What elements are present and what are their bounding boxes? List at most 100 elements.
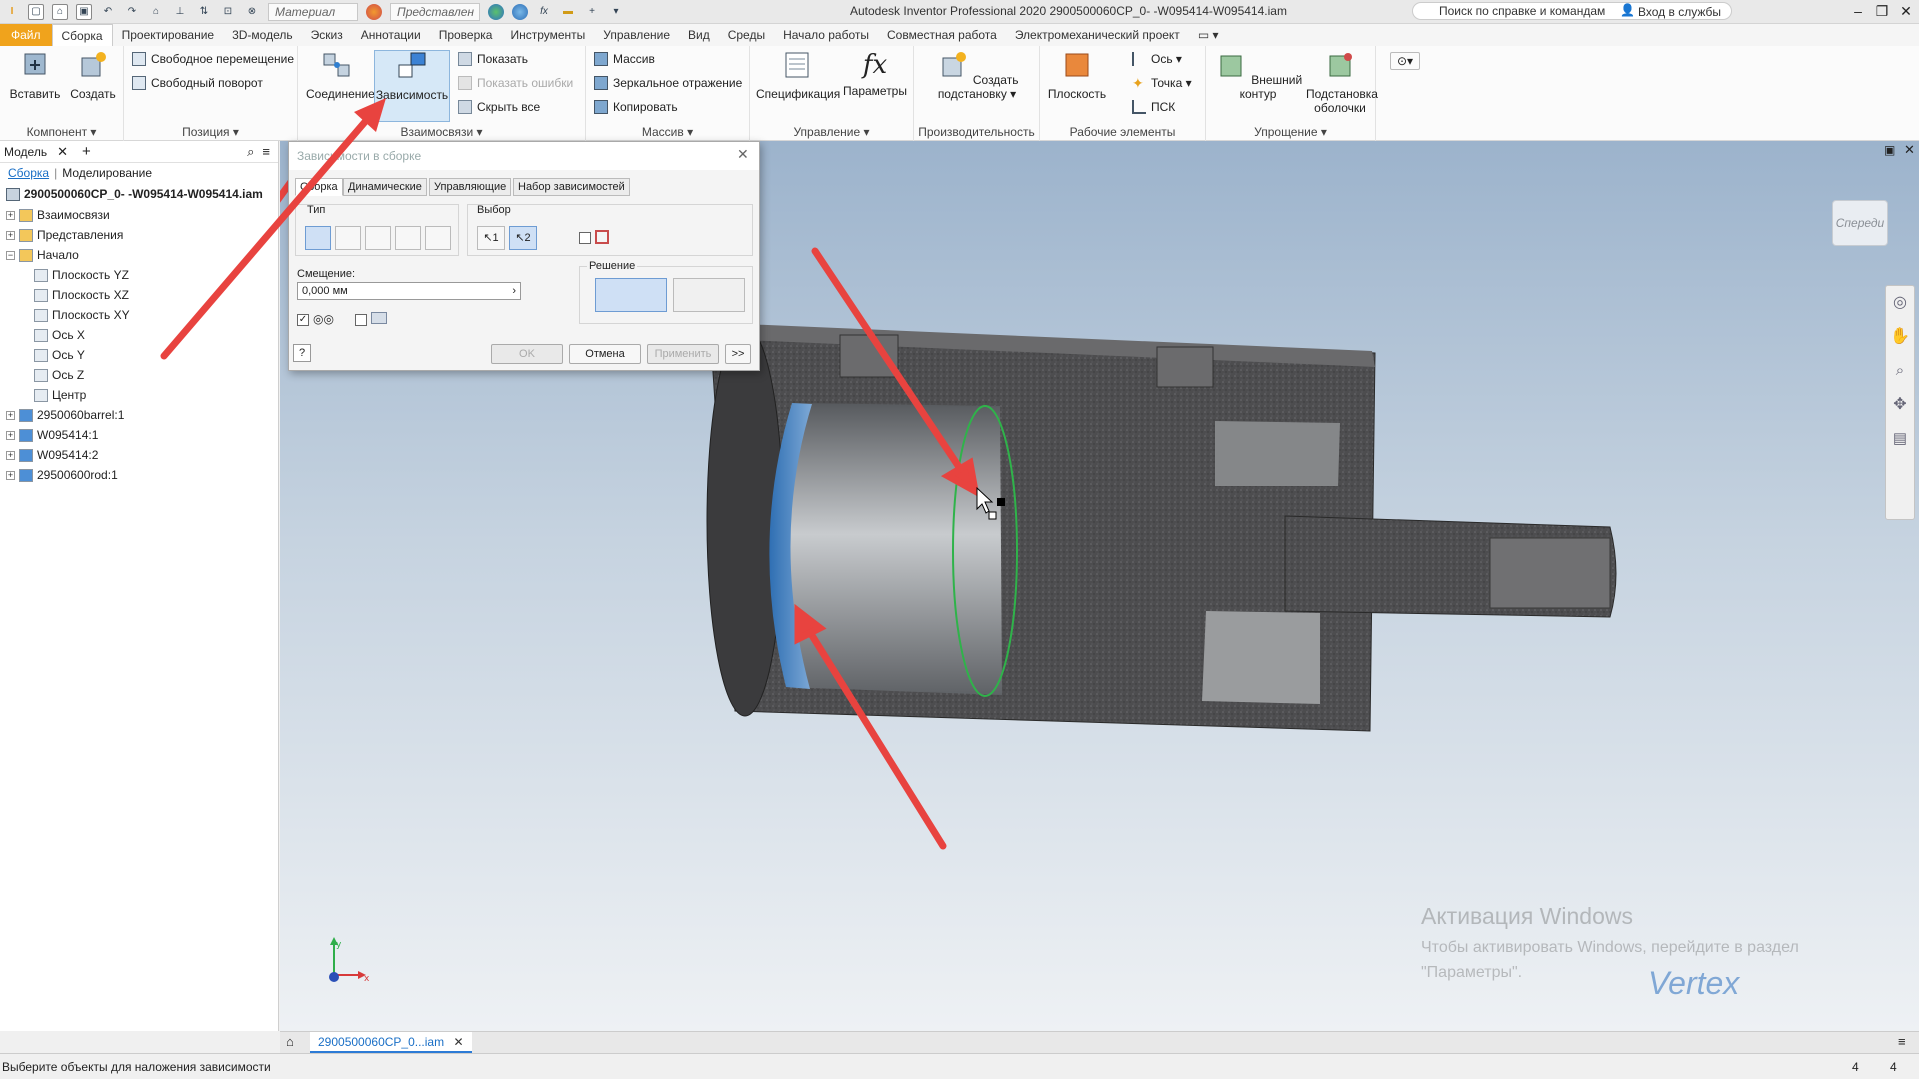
constrain-button[interactable]: Зависимость	[374, 50, 450, 122]
document-tab-close-icon[interactable]: ✕	[453, 1035, 463, 1049]
show-errors-button[interactable]: Показать ошибки	[458, 76, 573, 90]
select-icon[interactable]: ⊡	[220, 4, 236, 20]
clear-appearance-icon[interactable]: ⊗	[244, 4, 260, 20]
tree-item[interactable]: Плоскость XY	[0, 305, 278, 325]
ok-button[interactable]: OK	[491, 344, 563, 364]
group-simplification-label[interactable]: Упрощение ▾	[1206, 125, 1375, 139]
group-position-label[interactable]: Позиция ▾	[124, 125, 297, 139]
tangent-type-button[interactable]	[365, 226, 391, 250]
dialog-help-button[interactable]: ?	[293, 344, 311, 362]
home-tab-icon[interactable]: ⌂	[286, 1034, 294, 1049]
steering-wheel-icon[interactable]: ◎	[1886, 286, 1914, 320]
insert-button[interactable]: Вставить	[8, 50, 62, 101]
parameters-button[interactable]: fx Параметры	[842, 50, 908, 98]
tab-manage[interactable]: Управление	[594, 24, 679, 46]
tab-view[interactable]: Вид	[679, 24, 719, 46]
show-preview-checkbox[interactable]: ✓	[297, 314, 309, 326]
viewport-close-icon[interactable]: ✕	[1904, 142, 1915, 158]
tree-item[interactable]: Ось Y	[0, 345, 278, 365]
expand-icon[interactable]: +	[6, 210, 15, 220]
tree-item[interactable]: +2950060barrel:1	[0, 405, 278, 425]
new-file-icon[interactable]: ▢	[28, 3, 44, 20]
group-pattern-label[interactable]: Массив ▾	[586, 125, 749, 139]
tab-collaborate[interactable]: Совместная работа	[878, 24, 1006, 46]
group-manage-label[interactable]: Управление ▾	[750, 125, 913, 139]
symmetry-type-button[interactable]	[425, 226, 451, 250]
save-icon[interactable]: ▣	[76, 3, 92, 20]
bom-button[interactable]: Спецификация	[756, 50, 840, 101]
expand-icon[interactable]: +	[6, 430, 15, 440]
tree-item[interactable]: Ось X	[0, 325, 278, 345]
color-override-icon[interactable]	[488, 3, 504, 20]
tree-item[interactable]: + Представления	[0, 225, 278, 245]
dialog-close-icon[interactable]: ✕	[737, 146, 749, 163]
app-logo-icon[interactable]: I	[4, 4, 20, 20]
tab-assemble[interactable]: Сборка	[51, 24, 113, 46]
dialog-tab-motion[interactable]: Динамические	[343, 178, 427, 196]
mirror-button[interactable]: Зеркальное отражение	[594, 76, 742, 90]
adjust-icon[interactable]	[512, 3, 528, 20]
select-first-button[interactable]: ↖1	[477, 226, 505, 250]
tab-sketch[interactable]: Эскиз	[302, 24, 352, 46]
tab-electromechanical[interactable]: Электромеханический проект	[1006, 24, 1189, 46]
cancel-button[interactable]: Отмена	[569, 344, 641, 364]
predict-offset-checkbox[interactable]	[355, 314, 367, 326]
tabs-menu-icon[interactable]: ≡	[1898, 1034, 1906, 1049]
tree-item[interactable]: Ось Z	[0, 365, 278, 385]
free-rotate-button[interactable]: Свободный поворот	[132, 76, 263, 90]
subtab-modeling[interactable]: Моделирование	[62, 166, 152, 180]
tab-more-icon[interactable]: ▭ ▾	[1189, 24, 1228, 46]
shrinkwrap-button[interactable]: Внешний контур	[1210, 50, 1306, 101]
create-substitute-button[interactable]: Создать подстановку ▾	[922, 50, 1032, 101]
fx-icon[interactable]: fx	[536, 4, 552, 20]
customize-icon[interactable]: ▾	[608, 4, 624, 20]
dialog-tab-assembly[interactable]: Сборка	[295, 178, 343, 196]
zoom-icon[interactable]: ⌕	[1886, 354, 1914, 388]
free-move-button[interactable]: Свободное перемещение	[132, 52, 294, 66]
expand-icon[interactable]: +	[6, 410, 15, 420]
user-icon[interactable]: 👤	[1620, 3, 1635, 17]
tab-annotate[interactable]: Аннотации	[352, 24, 430, 46]
close-browser-icon[interactable]: ✕	[57, 144, 68, 160]
tab-3d-model[interactable]: 3D-модель	[223, 24, 302, 46]
more-options-button[interactable]: >>	[725, 344, 751, 364]
browser-search-icon[interactable]: ⌕	[247, 144, 254, 160]
tab-environments[interactable]: Среды	[719, 24, 774, 46]
browser-menu-icon[interactable]: ≡	[262, 144, 270, 159]
pick-part-first-checkbox[interactable]	[579, 232, 591, 244]
solution-mate-button[interactable]	[595, 278, 667, 312]
tree-item[interactable]: − Начало	[0, 245, 278, 265]
mate-type-button[interactable]	[305, 226, 331, 250]
copy-button[interactable]: Копировать	[594, 100, 678, 114]
appearance-combo[interactable]: Представлен	[390, 2, 480, 21]
tree-item[interactable]: Плоскость XZ	[0, 285, 278, 305]
viewcube[interactable]: Спереди	[1832, 200, 1888, 246]
show-button[interactable]: Показать	[458, 52, 528, 66]
solution-flush-button[interactable]	[673, 278, 745, 312]
ucs-button[interactable]: ПСК	[1132, 100, 1175, 114]
expand-icon[interactable]: +	[6, 230, 15, 240]
shrinkwrap-substitute-button[interactable]: Подстановка оболочки	[1306, 50, 1378, 115]
tab-inspect[interactable]: Проверка	[430, 24, 502, 46]
viewport-restore-icon[interactable]: ▣	[1884, 143, 1895, 157]
offset-arrow-icon[interactable]: ›	[512, 283, 516, 299]
tree-item[interactable]: Плоскость YZ	[0, 265, 278, 285]
angle-type-button[interactable]	[335, 226, 361, 250]
collapse-icon[interactable]: −	[6, 250, 15, 260]
expand-icon[interactable]: +	[6, 450, 15, 460]
tab-design[interactable]: Проектирование	[113, 24, 224, 46]
group-relationships-label[interactable]: Взаимосвязи ▾	[298, 125, 585, 139]
tree-item[interactable]: + Взаимосвязи	[0, 205, 278, 225]
add-browser-tab-icon[interactable]: +	[82, 143, 91, 160]
maximize-button[interactable]: ❐	[1872, 2, 1892, 20]
open-file-icon[interactable]: ⌂	[52, 3, 68, 20]
tab-get-started[interactable]: Начало работы	[774, 24, 878, 46]
tree-item[interactable]: +29500600rod:1	[0, 465, 278, 485]
update-icon[interactable]: ⇅	[196, 4, 212, 20]
tab-tools[interactable]: Инструменты	[501, 24, 594, 46]
tree-item[interactable]: + W095414:1	[0, 425, 278, 445]
measure-icon[interactable]: ⊥	[172, 4, 188, 20]
orbit-icon[interactable]: ✥	[1886, 388, 1914, 422]
sign-in-link[interactable]: Вход в службы	[1638, 5, 1721, 19]
tree-root[interactable]: 2900500060CP_0- -W095414-W095414.iam	[0, 183, 278, 205]
